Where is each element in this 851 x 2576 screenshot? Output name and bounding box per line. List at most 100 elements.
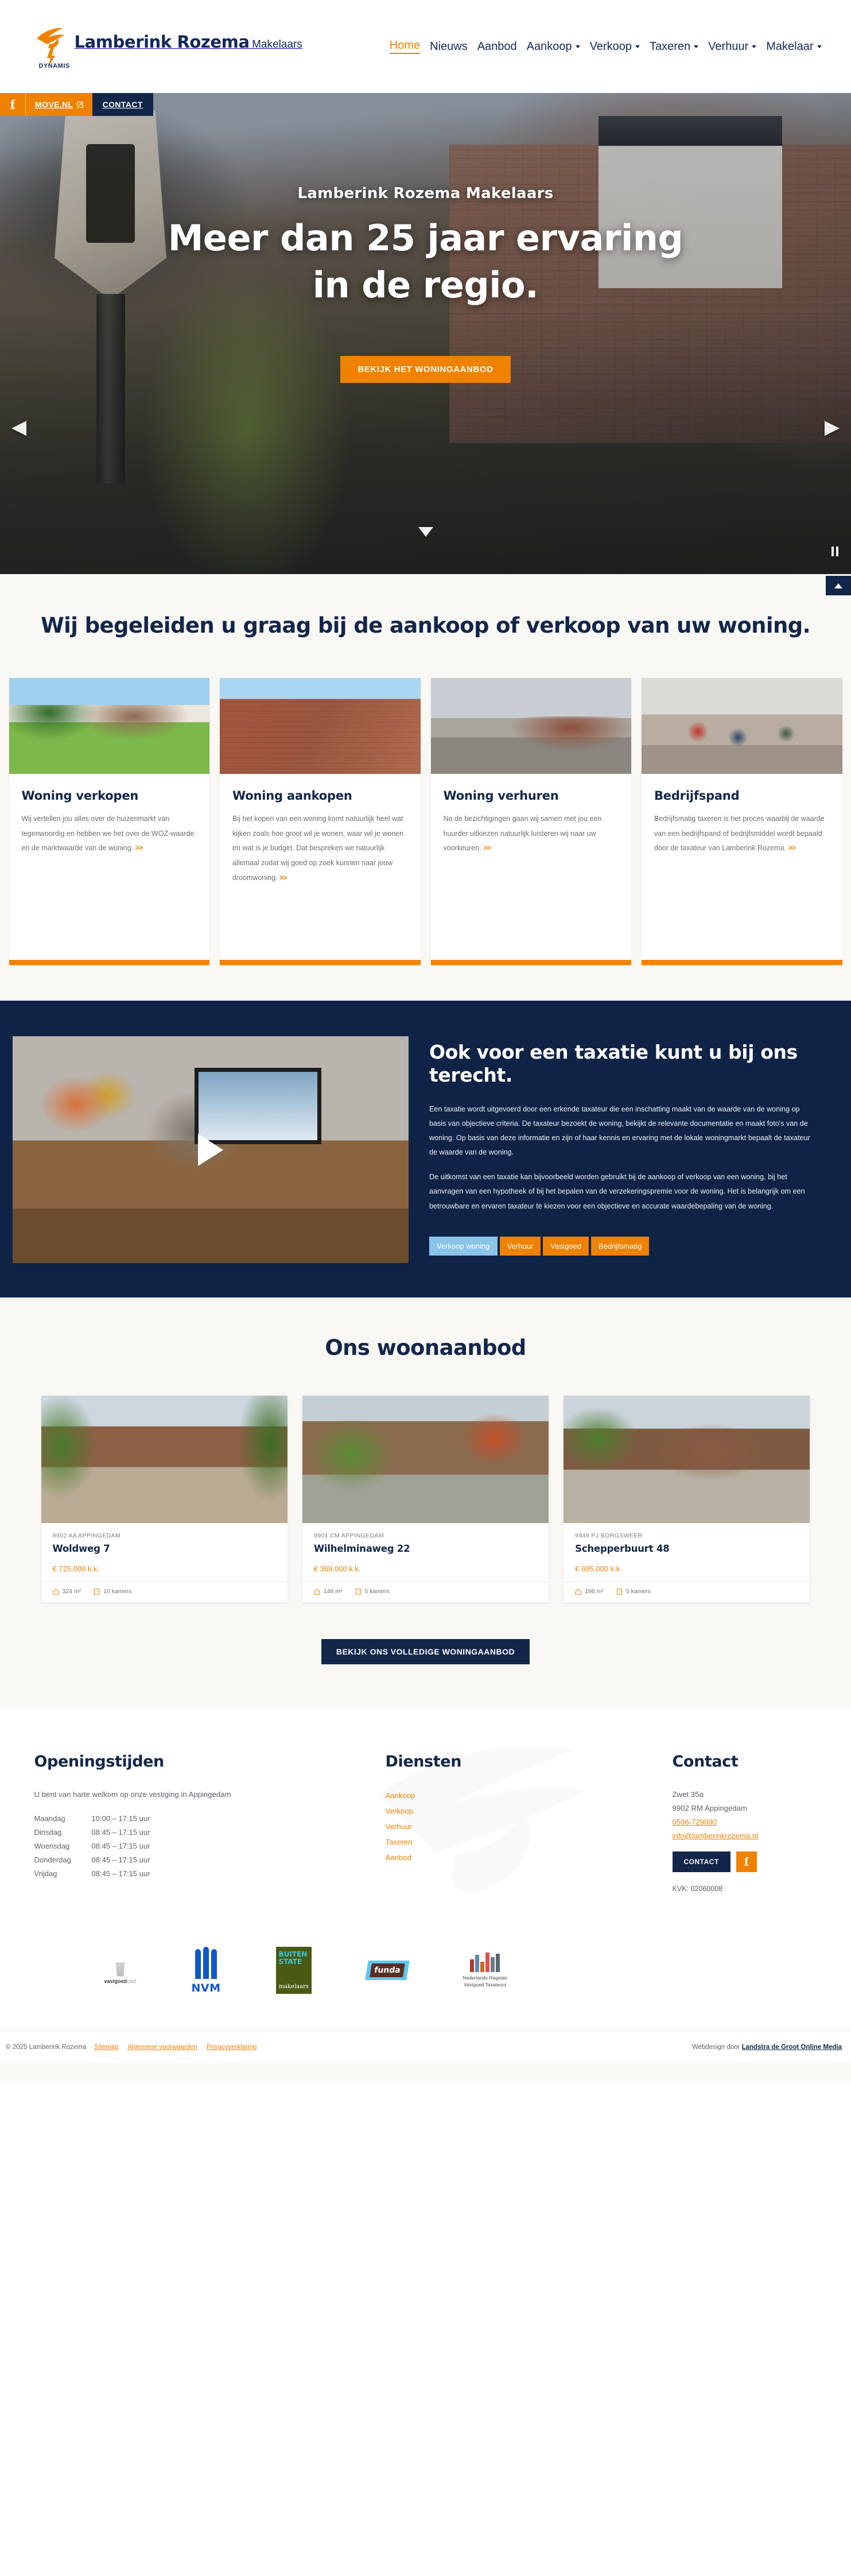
footer-link-aanbod[interactable]: Aanbod xyxy=(386,1853,673,1862)
vastgoedcert-label-light: cert xyxy=(127,1978,137,1984)
footer-link-taxeren[interactable]: Taxeren xyxy=(386,1838,673,1846)
footer-kvk: KVK: 02060008 xyxy=(672,1885,723,1893)
service-card[interactable]: Woning verkopen Wij vertellen jou alles … xyxy=(9,678,209,965)
buiten-state-logo[interactable]: BUITEN STATE makelaars xyxy=(275,1947,312,1994)
office-meeting-video[interactable] xyxy=(13,1036,409,1263)
service-card-text: Na de bezichtigingen gaan wij samen met … xyxy=(443,815,602,853)
partner-logos: vastgoedcert NVM BUITEN STATE makelaars … xyxy=(24,1933,827,2008)
contact-button-top[interactable]: CONTACT xyxy=(92,93,153,116)
property-area: 324 m² xyxy=(62,1588,81,1595)
nvm-logo[interactable]: NVM xyxy=(191,1946,221,1994)
property-meta: 198 m² 5 kamers xyxy=(564,1581,810,1602)
site-footer: Openingstijden U bent van harte welkom o… xyxy=(0,1709,851,2081)
tab-verhuur[interactable]: Verhuur xyxy=(499,1236,541,1256)
chevron-right-icon[interactable]: ▶ xyxy=(825,417,840,437)
dynamis-wordmark: DYNAMIS xyxy=(38,63,70,69)
house-icon xyxy=(52,1589,59,1595)
footer-link-aankoop[interactable]: Aankoop xyxy=(386,1791,673,1800)
site-logo[interactable]: DYNAMIS Lamberink Rozema Makelaars xyxy=(30,19,302,74)
hours-time: 08:45 – 17:15 uur xyxy=(91,1855,150,1864)
terms-link[interactable]: Algemene voorwaarden xyxy=(127,2044,197,2051)
nav-item-makelaar[interactable]: Makelaar xyxy=(766,40,822,53)
property-price: € 725.000 k.k. xyxy=(52,1564,100,1573)
hero-cta-button[interactable]: BEKIJK HET WONINGAANBOD xyxy=(340,355,511,383)
privacy-link[interactable]: Privacyverklaring xyxy=(207,2044,257,2051)
nrvt-logo[interactable]: Nederlands Register Vastgoed Taxateurs xyxy=(463,1953,507,1988)
property-rooms: 5 kamers xyxy=(364,1588,390,1595)
service-card-title: Bedrijfspand xyxy=(654,789,740,803)
service-card[interactable]: Bedrijfspand Bedrijfsmatig taxeren is he… xyxy=(642,678,842,965)
hours-row: Dinsdag 08:45 – 17:15 uur xyxy=(34,1825,386,1839)
property-address: Schepperbuurt 48 xyxy=(575,1543,670,1554)
nav-item-taxeren[interactable]: Taxeren xyxy=(650,40,699,53)
vastgoedcert-logo[interactable]: vastgoedcert xyxy=(104,1957,137,1984)
nvm-label: NVM xyxy=(191,1981,221,1994)
read-more-link[interactable]: >> xyxy=(788,844,796,852)
read-more-link[interactable]: >> xyxy=(135,844,143,852)
house-icon xyxy=(314,1589,320,1595)
hours-row: Vrijdag 08:45 – 17:15 uur xyxy=(34,1866,386,1880)
woonaanbod-title: Ons woonaanbod xyxy=(325,1335,526,1360)
taxatie-paragraph-1: Een taxatie wordt uitgevoerd door een er… xyxy=(429,1105,810,1157)
property-grid: 9902 AA APPINGEDAM Woldweg 7 € 725.000 k… xyxy=(41,1396,810,1602)
view-all-properties-button[interactable]: BEKIJK ONS VOLLEDIGE WONINGAANBOD xyxy=(321,1639,530,1664)
scroll-to-top-button[interactable] xyxy=(826,576,851,595)
footer-tail-band xyxy=(0,2063,851,2081)
nav-item-nieuws[interactable]: Nieuws xyxy=(430,40,468,53)
webdesign-prefix: Webdesign door xyxy=(691,2044,742,2051)
footer-link-verkoop[interactable]: Verkoop xyxy=(386,1807,673,1815)
facebook-icon[interactable]: f xyxy=(0,93,25,116)
buiten-state-line2: STATE xyxy=(278,1958,302,1966)
footer-email-link[interactable]: info@lamberinkrozema.nl xyxy=(673,1831,827,1840)
tab-bedrijfsmatig[interactable]: Bedrijfsmatig xyxy=(591,1236,650,1256)
property-zip: 9902 AA APPINGEDAM xyxy=(52,1532,121,1539)
brick-townhouse-photo xyxy=(220,678,421,774)
hours-day: Maandag xyxy=(34,1814,65,1823)
funda-logo[interactable]: funda xyxy=(364,1961,410,1980)
move-nl-label: MOVE.NL xyxy=(35,100,73,109)
hero-slider: Lamberink Rozema Makelaars Meer dan 25 j… xyxy=(0,93,851,574)
door-icon xyxy=(616,1588,622,1595)
pause-icon[interactable] xyxy=(831,547,838,556)
tab-verkoop-woning[interactable]: Verkoop woning xyxy=(429,1236,498,1256)
property-rooms: 10 kamers xyxy=(103,1588,132,1595)
utility-bar: f MOVE.NL CONTACT xyxy=(0,93,153,116)
nav-item-verhuur[interactable]: Verhuur xyxy=(708,40,757,53)
sitemap-link[interactable]: Sitemap xyxy=(94,2044,118,2051)
nav-item-home[interactable]: Home xyxy=(389,39,421,54)
taxatie-title: Ook voor een taxatie kunt u bij ons tere… xyxy=(429,1041,798,1087)
property-zip: 9901 CM APPINGEDAM xyxy=(313,1532,384,1539)
service-card-text: Wij vertellen jou alles over de huizenma… xyxy=(21,815,195,853)
footer-phone-link[interactable]: 0596-729090 xyxy=(673,1818,827,1826)
chevron-left-icon[interactable]: ◀ xyxy=(11,417,26,437)
footer-contact-button[interactable]: CONTACT xyxy=(672,1851,730,1872)
hero-title-line2: in de regio. xyxy=(312,264,539,306)
chevron-down-icon xyxy=(635,45,640,48)
nav-item-verkoop[interactable]: Verkoop xyxy=(590,40,640,53)
service-card[interactable]: Woning aankopen Bij het kopen van een wo… xyxy=(220,678,421,965)
nav-item-aankoop[interactable]: Aankoop xyxy=(527,40,580,53)
property-card[interactable]: 9902 AA APPINGEDAM Woldweg 7 € 725.000 k… xyxy=(41,1396,287,1602)
woonaanbod-section: Ons woonaanbod 9902 AA APPINGEDAM Woldwe… xyxy=(0,1297,851,1709)
chevron-down-icon xyxy=(817,45,822,48)
service-card[interactable]: Woning verhuren Na de bezichtigingen gaa… xyxy=(430,678,631,965)
facebook-icon[interactable]: f xyxy=(736,1851,757,1872)
property-card[interactable]: 9949 PJ BORGSWEER Schepperbuurt 48 € 695… xyxy=(564,1396,810,1602)
chevron-down-icon[interactable] xyxy=(418,527,433,537)
brand-subtitle: Makelaars xyxy=(252,38,302,51)
property-price: € 695.000 k.k. xyxy=(575,1564,622,1573)
hours-time: 08:45 – 17:15 uur xyxy=(91,1827,150,1837)
main-navigation[interactable]: Home Nieuws Aanbod Aankoop Verkoop Taxer… xyxy=(389,39,822,54)
tab-vastgoed[interactable]: Vastgoed xyxy=(543,1236,589,1256)
read-more-link[interactable]: >> xyxy=(279,874,287,882)
nav-item-aanbod[interactable]: Aanbod xyxy=(477,40,517,53)
vastgoedcert-label: vastgoed xyxy=(104,1978,127,1984)
property-card[interactable]: 9901 CM APPINGEDAM Wilhelminaweg 22 € 36… xyxy=(302,1396,549,1602)
footer-services-column: Diensten Aankoop Verkoop Verhuur Taxeren… xyxy=(386,1753,673,1893)
move-nl-button[interactable]: MOVE.NL xyxy=(25,93,92,116)
property-address: Woldweg 7 xyxy=(52,1543,110,1554)
footer-link-verhuur[interactable]: Verhuur xyxy=(386,1822,673,1831)
chevron-down-icon xyxy=(752,45,757,48)
webdesign-agency-link[interactable]: Landstra de Groot Online Media xyxy=(742,2044,842,2051)
read-more-link[interactable]: >> xyxy=(483,844,491,852)
